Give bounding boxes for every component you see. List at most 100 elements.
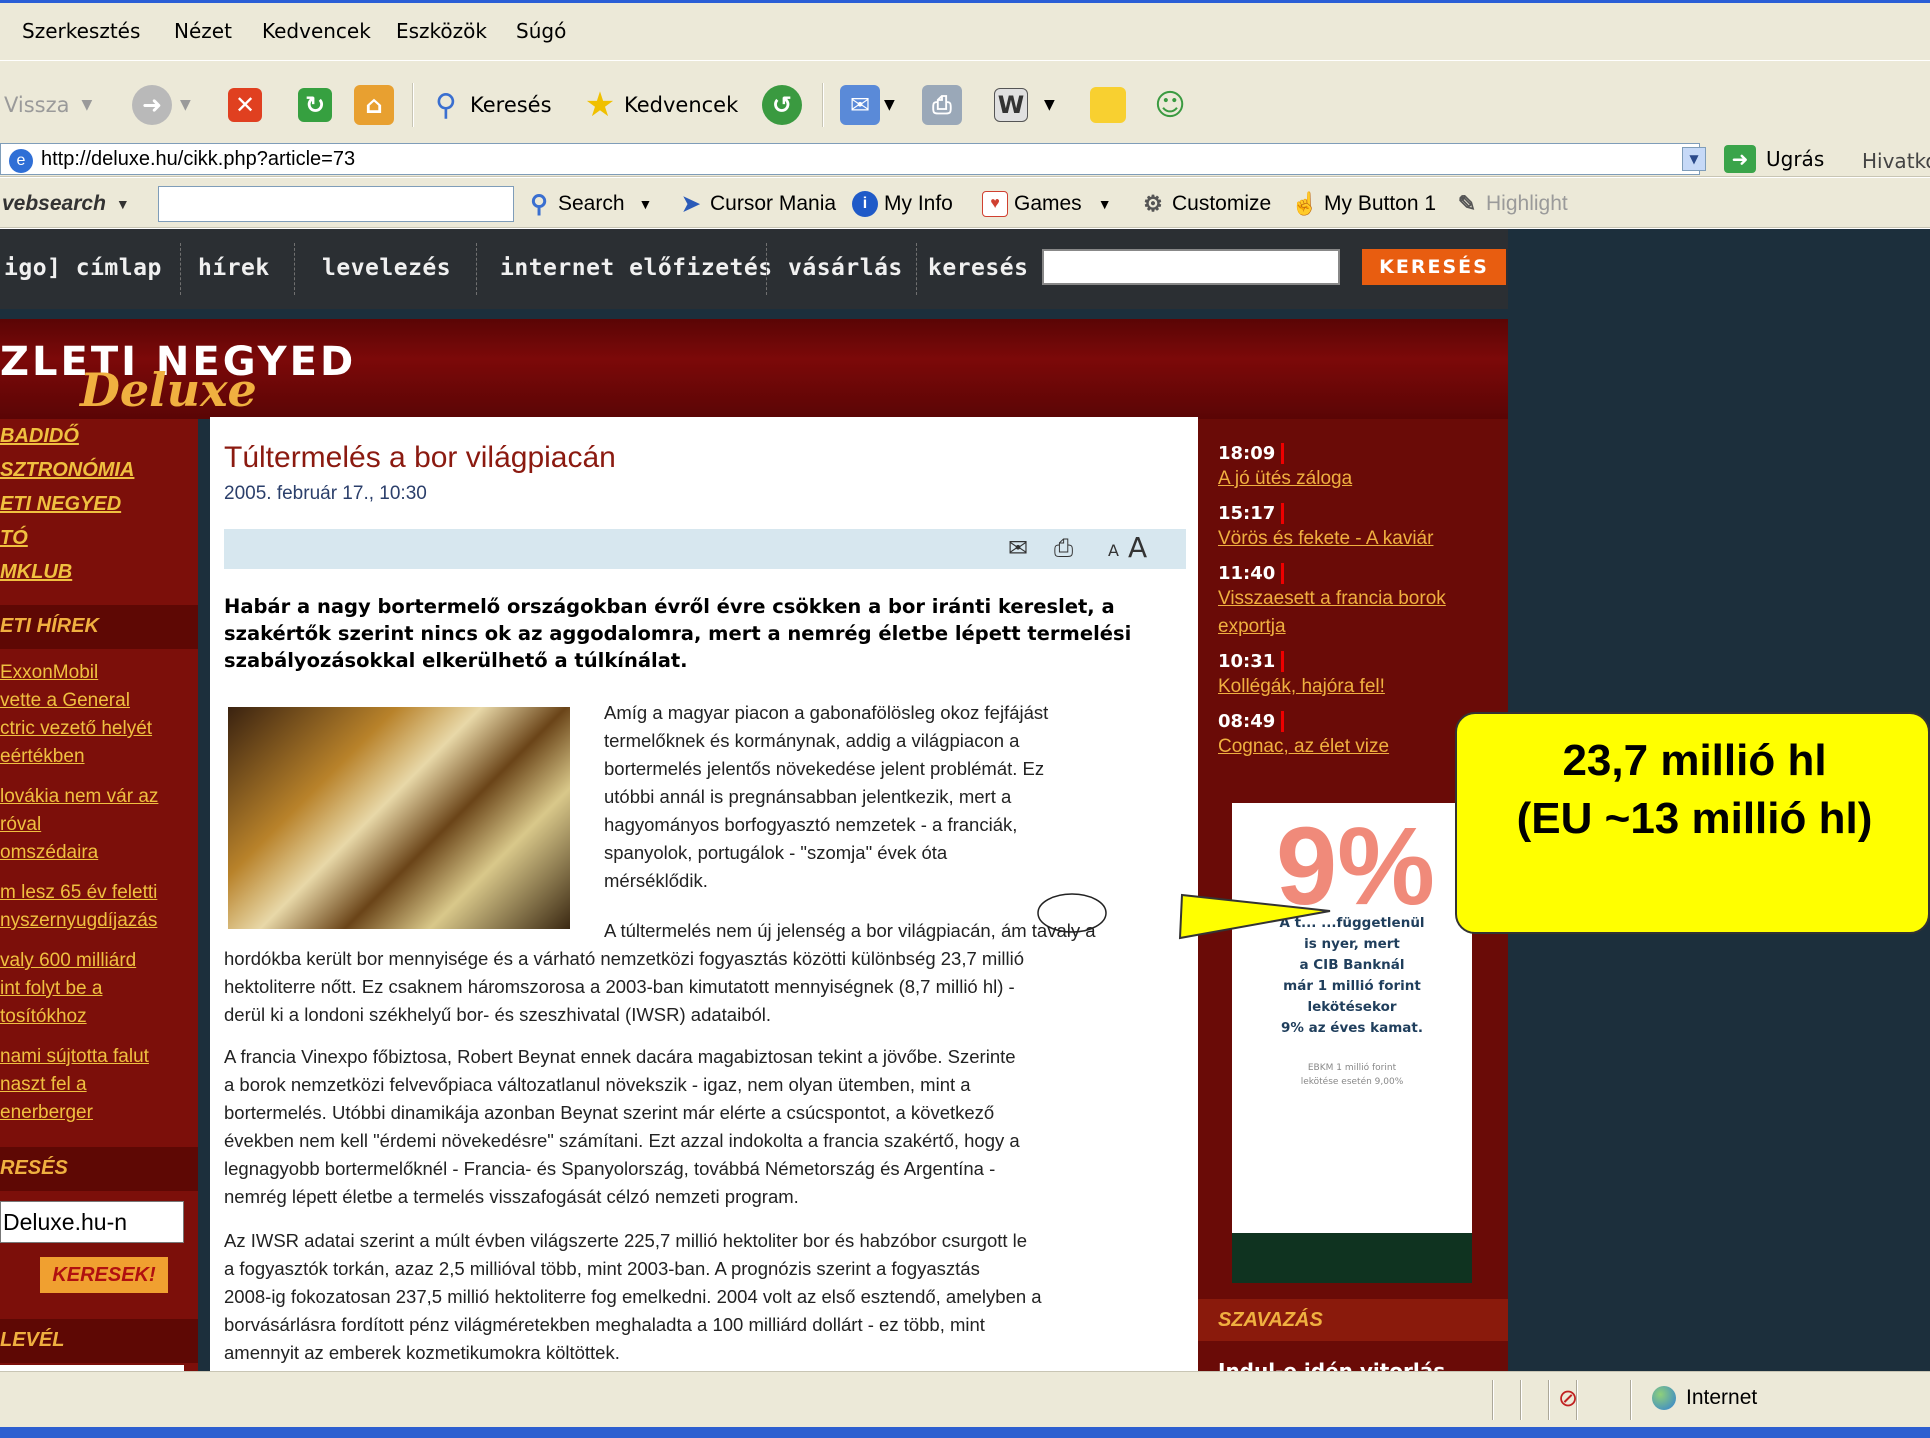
text-line: A túltermelés nem új jelenség a bor vilá… <box>604 920 1096 941</box>
news-link[interactable]: naszt fel a <box>0 1071 87 1099</box>
news-link[interactable]: ExxonMobil <box>0 659 98 687</box>
menu-help[interactable]: Súgó <box>516 19 566 43</box>
chevron-down-icon: ▼ <box>115 196 130 212</box>
latest-news-link[interactable]: A jó ütés záloga <box>1218 465 1498 493</box>
news-link[interactable]: róval <box>0 811 41 839</box>
nav-home[interactable]: igo] címlap <box>4 255 162 281</box>
text-line: legnagyobb bortermelőknél - Francia- és … <box>224 1158 996 1179</box>
menu-tools[interactable]: Eszközök <box>396 19 487 43</box>
text-line: Amíg a magyar piacon a gabonafölösleg ok… <box>604 702 1049 723</box>
font-smaller-button[interactable]: A <box>1108 541 1119 560</box>
news-link[interactable]: int folyt be a <box>0 975 102 1003</box>
email-icon[interactable]: ✉ <box>1008 534 1028 562</box>
news-time: 10:31 <box>1218 651 1285 672</box>
print-icon: ⎙ <box>922 85 962 125</box>
websearch-search-button[interactable]: ⚲ Search ▼ <box>526 188 652 220</box>
sidebar-search-button[interactable]: KERESEK! <box>40 1257 168 1293</box>
category-link[interactable]: TÓ <box>0 527 28 550</box>
news-link[interactable]: nyszernyugdíjazás <box>0 907 157 935</box>
text-line: nemrég lépett életbe a termelés visszafo… <box>224 1186 799 1207</box>
text-line: bortermelés. Utóbbi dinamikája azonban B… <box>224 1102 995 1123</box>
go-arrow-icon: ➜ <box>1724 145 1756 173</box>
news-link[interactable]: enerberger <box>0 1099 93 1127</box>
news-link[interactable]: tosítókhoz <box>0 1003 87 1031</box>
latest-news-link[interactable]: Vörös és fekete - A kaviár <box>1218 525 1498 553</box>
forward-button[interactable]: ➜ ▼ <box>132 79 191 131</box>
games-button[interactable]: ♥ Games ▼ <box>982 188 1112 220</box>
my-button-label: My Button 1 <box>1324 192 1437 215</box>
websearch-brand[interactable]: vebsearch ▼ <box>2 188 130 220</box>
search-button[interactable]: ⚲ Keresés <box>426 79 552 131</box>
menu-favorites[interactable]: Kedvencek <box>262 19 371 43</box>
websearch-toolbar: vebsearch ▼ ⚲ Search ▼ ➤ Cursor Mania i … <box>0 178 1930 228</box>
highlight-label: Highlight <box>1486 192 1568 215</box>
latest-news-link[interactable]: Kollégák, hajóra fel! <box>1218 673 1498 701</box>
nav-shopping[interactable]: vásárlás <box>788 255 903 281</box>
toolbar-separator <box>412 83 414 127</box>
highlight-button[interactable]: ✎ Highlight <box>1454 188 1568 220</box>
messenger-button[interactable]: ☺ <box>1150 79 1190 131</box>
print-button[interactable]: ⎙ <box>922 79 962 131</box>
stop-button[interactable]: ✕ <box>228 79 262 131</box>
nav-internet[interactable]: internet előfizetés <box>500 255 773 281</box>
poll-question: Indul-e idén vitorlás <box>1218 1359 1446 1371</box>
site-search-button[interactable]: KERESÉS <box>1362 249 1506 285</box>
menu-edit[interactable]: Szerkesztés <box>22 19 140 43</box>
nav-mail[interactable]: levelezés <box>322 255 451 281</box>
home-button[interactable]: ⌂ <box>354 79 394 131</box>
my-info-button[interactable]: i My Info <box>852 188 953 220</box>
websearch-input[interactable] <box>158 186 514 222</box>
news-link[interactable]: omszédaira <box>0 839 98 867</box>
latest-news-link[interactable]: Visszaesett a francia borok <box>1218 585 1498 613</box>
nav-separator <box>476 243 477 295</box>
links-label[interactable]: Hivatko <box>1862 149 1930 173</box>
site-search-input[interactable] <box>1042 249 1340 285</box>
home-icon: ⌂ <box>354 85 394 125</box>
advert-small-line: lekötése esetén 9,00% <box>1300 1077 1404 1087</box>
category-link[interactable]: BADIDŐ <box>0 425 79 448</box>
address-input[interactable]: e http://deluxe.hu/cikk.php?article=73 <box>0 143 1700 175</box>
cursor-mania-button[interactable]: ➤ Cursor Mania <box>678 188 836 220</box>
print-icon[interactable]: ⎙ <box>1054 534 1073 562</box>
news-link[interactable]: vette a General <box>0 687 130 715</box>
advert-line: már 1 millió forint <box>1283 978 1421 994</box>
category-link[interactable]: MKLUB <box>0 561 72 584</box>
history-button[interactable]: ↺ <box>762 79 802 131</box>
news-link[interactable]: m lesz 65 év feletti <box>0 879 157 907</box>
back-button[interactable]: Vissza ▼ <box>4 79 92 131</box>
latest-news-link[interactable]: exportja <box>1218 613 1498 641</box>
edit-button[interactable]: W ▼ <box>994 79 1055 131</box>
privacy-icon[interactable]: ⊘ <box>1558 1384 1578 1412</box>
menu-view[interactable]: Nézet <box>174 19 232 43</box>
nav-news[interactable]: hírek <box>198 255 270 281</box>
hand-icon: ☝ <box>1291 191 1319 216</box>
news-link[interactable]: ctric vezető helyét <box>0 715 152 743</box>
favorites-button[interactable]: ★ Kedvencek <box>580 79 739 131</box>
news-link[interactable]: lovákia nem vár az <box>0 783 158 811</box>
text-line: spanyolok, portugálok - "szomja" évek ót… <box>604 842 948 863</box>
nav-separator <box>766 243 767 295</box>
nav-separator <box>294 243 295 295</box>
notes-button[interactable] <box>1090 79 1126 131</box>
news-link[interactable]: valy 600 milliárd <box>0 947 136 975</box>
chevron-down-icon: ▼ <box>884 97 895 113</box>
news-link[interactable]: eértékben <box>0 743 85 771</box>
customize-button[interactable]: ⚙ Customize <box>1140 188 1271 220</box>
my-button-1[interactable]: ☝ My Button 1 <box>1291 188 1437 220</box>
news-link[interactable]: nami sújtotta falut <box>0 1043 149 1071</box>
standard-toolbar: Vissza ▼ ➜ ▼ ✕ ↻ ⌂ ⚲ Keresés ★ Kedvencek… <box>0 60 1930 150</box>
advert-footer <box>1232 1233 1472 1283</box>
category-link[interactable]: ETI NEGYED <box>0 493 121 516</box>
font-larger-button[interactable]: A <box>1128 531 1147 564</box>
bank-advert[interactable]: 9% A t... ...függetlenül is nyer, mert a… <box>1232 803 1472 1283</box>
status-bar: ⊘ Internet <box>0 1371 1930 1427</box>
refresh-button[interactable]: ↻ <box>298 79 332 131</box>
security-zone[interactable]: Internet <box>1652 1386 1757 1410</box>
category-link[interactable]: SZTRONÓMIA <box>0 459 134 482</box>
go-button[interactable]: ➜ Ugrás <box>1724 144 1824 174</box>
address-dropdown[interactable]: ▼ <box>1682 147 1706 171</box>
advert-line: 9% az éves kamat. <box>1281 1020 1423 1036</box>
article-lead: Habár a nagy bortermelő országokban évrő… <box>224 595 1132 672</box>
sidebar-search-input[interactable]: Deluxe.hu-n <box>0 1201 184 1243</box>
mail-button[interactable]: ✉ ▼ <box>840 79 895 131</box>
